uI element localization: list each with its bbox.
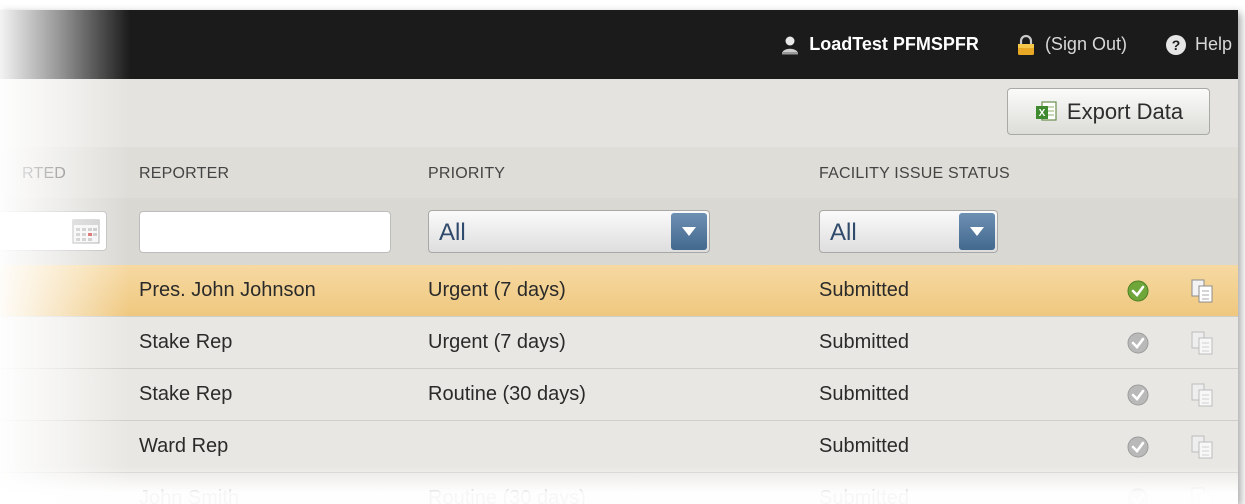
reporter-cell: Stake Rep <box>139 331 233 353</box>
svg-text:X: X <box>1039 108 1046 119</box>
user-icon <box>779 34 801 56</box>
copy-icon[interactable] <box>1190 382 1214 408</box>
reporter-filter-input[interactable] <box>139 211 391 253</box>
help-label: Help <box>1194 34 1232 54</box>
filter-row: All All <box>0 198 1238 265</box>
reporter-cell: Ward Rep <box>139 435 229 457</box>
column-header-status[interactable]: FACILITY ISSUE STATUS <box>819 165 1010 183</box>
column-header-reported[interactable]: RTED <box>22 165 66 183</box>
reporter-cell: Stake Rep <box>139 383 233 405</box>
svg-text:?: ? <box>1172 37 1181 53</box>
status-cell: Submitted <box>819 279 910 301</box>
copy-icon[interactable] <box>1190 278 1214 304</box>
table-row[interactable]: Stake Rep Routine (30 days) Submitted <box>0 369 1238 421</box>
excel-icon: X <box>1034 100 1058 124</box>
app-window: LoadTest PFMSPFR (Sign Out) ? Help X Exp… <box>0 10 1238 504</box>
approve-check-icon[interactable] <box>1127 436 1149 458</box>
copy-icon[interactable] <box>1190 486 1214 504</box>
priority-cell: Urgent (7 days) <box>428 331 566 353</box>
column-header-priority[interactable]: PRIORITY <box>428 165 505 183</box>
priority-cell: Routine (30 days) <box>428 383 586 405</box>
sign-out-label: (Sign Out) <box>1044 34 1127 54</box>
user-menu[interactable]: LoadTest PFMSPFR <box>779 34 979 56</box>
toolbar: X Export Data <box>0 79 1238 147</box>
approve-check-icon[interactable] <box>1127 384 1149 406</box>
chevron-down-icon <box>671 213 707 250</box>
lock-icon <box>1015 34 1037 56</box>
priority-cell: Routine (30 days) <box>428 487 586 504</box>
status-cell: Submitted <box>819 487 910 504</box>
priority-selected-value: All <box>439 219 466 246</box>
top-bar-actions: LoadTest PFMSPFR (Sign Out) ? Help <box>779 10 1238 79</box>
sign-out-link[interactable]: (Sign Out) <box>1015 34 1127 56</box>
column-header-reporter[interactable]: REPORTER <box>139 165 229 183</box>
approve-check-icon[interactable] <box>1127 280 1149 302</box>
approve-check-icon[interactable] <box>1127 488 1149 504</box>
table-row[interactable]: Ward Rep Submitted <box>0 421 1238 473</box>
table-header: RTED REPORTER PRIORITY FACILITY ISSUE ST… <box>0 147 1238 198</box>
export-data-label: Export Data <box>1066 98 1184 124</box>
reporter-cell: Pres. John Johnson <box>139 279 316 301</box>
user-name: LoadTest PFMSPFR <box>809 34 979 54</box>
table-row[interactable]: John Smith Routine (30 days) Submitted <box>0 473 1238 504</box>
table-row[interactable]: Pres. John Johnson Urgent (7 days) Submi… <box>0 265 1238 317</box>
status-selected-value: All <box>830 219 857 246</box>
status-cell: Submitted <box>819 331 910 353</box>
status-filter-select[interactable]: All <box>819 210 998 253</box>
calendar-icon[interactable] <box>72 218 100 244</box>
approve-check-icon[interactable] <box>1127 332 1149 354</box>
reporter-cell: John Smith <box>139 487 240 504</box>
chevron-down-icon <box>959 213 995 250</box>
priority-filter-select[interactable]: All <box>428 210 710 253</box>
date-filter-field[interactable] <box>0 211 107 251</box>
top-bar: LoadTest PFMSPFR (Sign Out) ? Help <box>0 10 1238 79</box>
help-circle-icon: ? <box>1165 34 1187 56</box>
copy-icon[interactable] <box>1190 330 1214 356</box>
export-data-button[interactable]: X Export Data <box>1007 88 1210 135</box>
priority-cell: Urgent (7 days) <box>428 279 566 301</box>
status-cell: Submitted <box>819 435 910 457</box>
status-cell: Submitted <box>819 383 910 405</box>
table-row[interactable]: Stake Rep Urgent (7 days) Submitted <box>0 317 1238 369</box>
copy-icon[interactable] <box>1190 434 1214 460</box>
help-link[interactable]: ? Help <box>1165 34 1232 56</box>
